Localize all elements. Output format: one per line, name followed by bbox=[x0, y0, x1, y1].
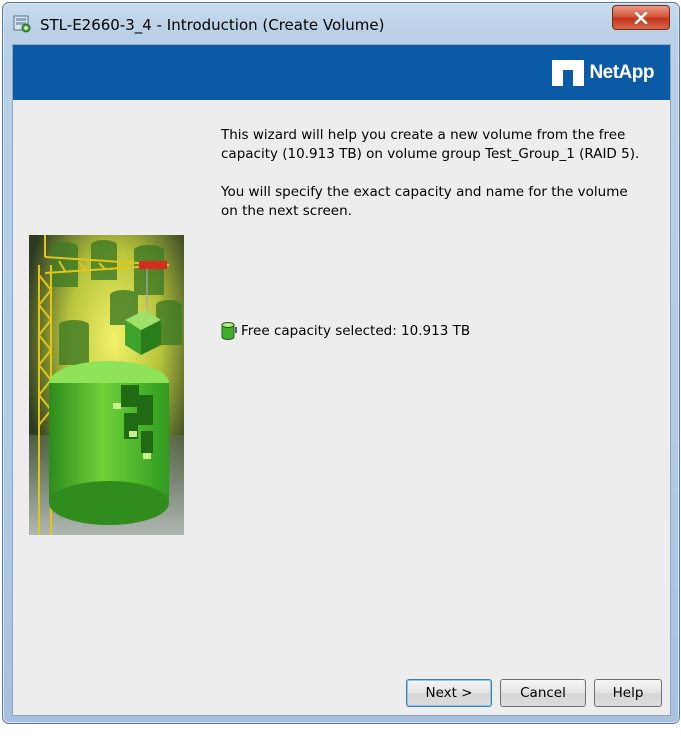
free-capacity-row: Free capacity selected: 10.913 TB bbox=[221, 321, 470, 341]
close-icon bbox=[634, 11, 648, 24]
dialog-content: NetApp This wizard will help you create … bbox=[12, 44, 671, 716]
close-button[interactable] bbox=[612, 5, 670, 30]
title-bar[interactable]: STL-E2660-3_4 - Introduction (Create Vol… bbox=[3, 3, 679, 41]
database-icon bbox=[221, 322, 237, 340]
free-capacity-label: Free capacity selected: 10.913 TB bbox=[241, 323, 471, 339]
next-button[interactable]: Next > bbox=[406, 679, 492, 707]
intro-text: This wizard will help you create a new v… bbox=[221, 126, 641, 240]
create-volume-illustration bbox=[29, 235, 184, 535]
intro-paragraph-1: This wizard will help you create a new v… bbox=[221, 127, 640, 162]
storage-manager-icon bbox=[13, 15, 31, 33]
intro-paragraph-2: You will specify the exact capacity and … bbox=[221, 184, 628, 219]
help-button[interactable]: Help bbox=[594, 679, 662, 707]
cancel-button[interactable]: Cancel bbox=[500, 679, 586, 707]
window-title: STL-E2660-3_4 - Introduction (Create Vol… bbox=[40, 16, 385, 34]
netapp-logo-icon bbox=[552, 60, 585, 86]
header-banner: NetApp bbox=[13, 45, 670, 100]
netapp-logo-text: NetApp bbox=[589, 62, 654, 83]
netapp-logo: NetApp bbox=[552, 60, 654, 86]
dialog-window: STL-E2660-3_4 - Introduction (Create Vol… bbox=[2, 2, 680, 724]
